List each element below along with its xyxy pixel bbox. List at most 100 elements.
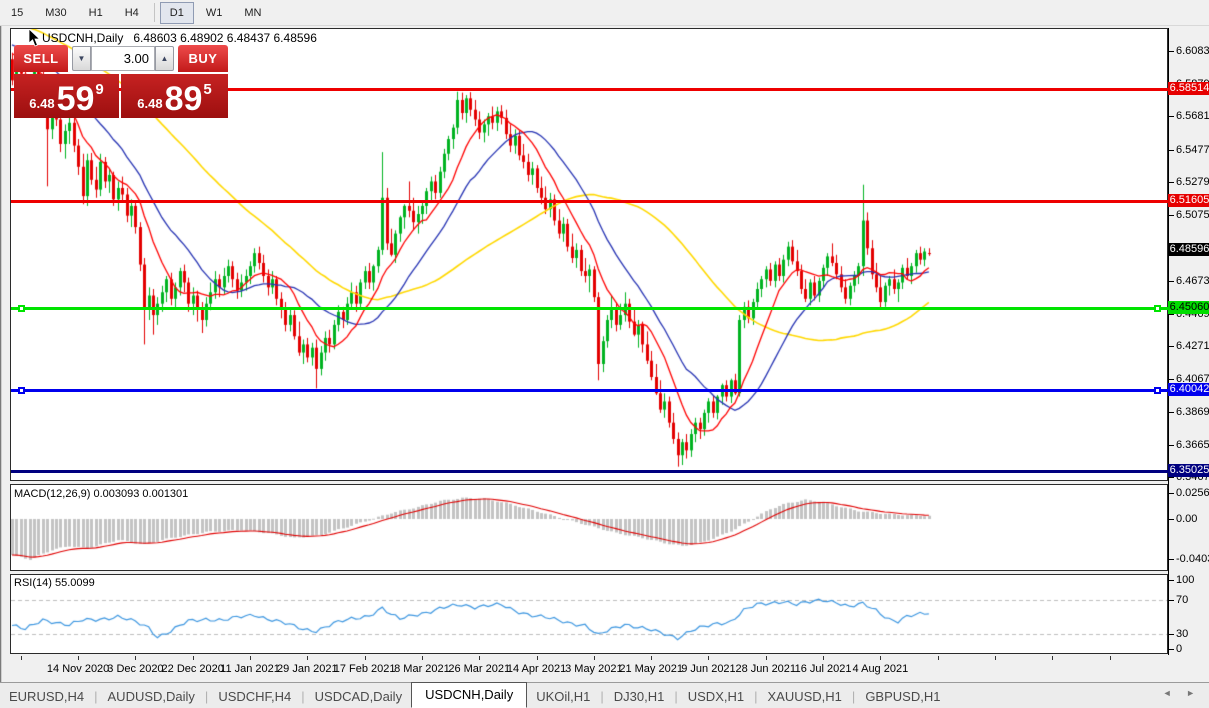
volume-decrease-button[interactable]: ▼	[72, 46, 91, 71]
tab-audusd[interactable]: AUDUSD,Daily	[99, 686, 204, 707]
mt4-application: 15 M30 H1 H4 D1 W1 MN USDCNH,Daily 6.48603 6.4…	[0, 0, 1209, 708]
mouse-cursor-icon	[28, 29, 41, 47]
volume-input[interactable]	[91, 46, 155, 71]
price-tick-label: 6.38690	[1176, 406, 1209, 418]
hline-6.40042[interactable]	[11, 389, 1168, 392]
rsi-tick	[1169, 634, 1174, 635]
date-label: 16 Jul 2021	[794, 663, 852, 675]
macd-tick-label: -0.040380	[1176, 553, 1209, 565]
timeframe-button-h1[interactable]: H1	[79, 2, 113, 24]
date-label: 28 Jun 2021	[735, 663, 797, 675]
date-tick	[135, 656, 137, 660]
tab-usdcnh[interactable]: USDCNH,Daily	[411, 681, 528, 708]
date-tick	[479, 656, 481, 660]
date-tick	[250, 656, 252, 660]
date-label: 8 Mar 2021	[394, 663, 450, 675]
price-tick-label: 6.54770	[1176, 144, 1209, 156]
buy-price-base: 6.48	[137, 96, 163, 111]
date-label: 9 Jun 2021	[681, 663, 736, 675]
price-badge-6.35025: 6.35025	[1168, 464, 1209, 477]
date-tick	[823, 656, 825, 660]
buy-price-button[interactable]: 6.48 89 5	[121, 74, 228, 118]
rsi-tick	[1169, 649, 1174, 650]
macd-tick	[1169, 559, 1174, 560]
chart-window: USDCNH,Daily 6.48603 6.48902 6.48437 6.4…	[0, 26, 1209, 708]
tab-usdcad[interactable]: USDCAD,Daily	[306, 686, 411, 707]
price-tick-label: 6.56810	[1176, 110, 1209, 122]
macd-label: MACD(12,26,9) 0.003093 0.001301	[14, 488, 189, 500]
chart-tab-bar: EURUSD,H4 | AUDUSD,Daily | USDCHF,H4 | USDCAD,…	[0, 681, 1209, 708]
macd-tick-label: 0.025609	[1176, 487, 1209, 499]
chart-title: USDCNH,Daily 6.48603 6.48902 6.48437 6.4…	[42, 31, 317, 45]
date-label: 26 Mar 2021	[448, 663, 511, 675]
date-tick	[1052, 656, 1054, 660]
date-tick	[1109, 656, 1111, 660]
hline-6.51605[interactable]	[11, 200, 1168, 203]
one-click-trading-panel: SELL ▼ ▲ BUY 6.48 59 9 6.48 89 5	[12, 45, 230, 119]
date-tick	[192, 656, 194, 660]
price-badge-6.45060: 6.45060	[1168, 301, 1209, 314]
tab-ukoil[interactable]: UKOil,H1	[527, 686, 599, 707]
tab-scroll-arrows[interactable]: ◄ ►	[1163, 688, 1201, 698]
buy-price-point: 5	[203, 81, 212, 98]
timeframe-button-d1[interactable]: D1	[159, 1, 194, 24]
price-tick-label: 6.60830	[1176, 45, 1209, 57]
price-badge-6.48596: 6.48596	[1168, 243, 1209, 256]
timeframe-toolbar: 15 M30 H1 H4 D1 W1 MN	[0, 0, 1209, 26]
price-tick-label: 6.52790	[1176, 176, 1209, 188]
chart-ohlc-values: 6.48603 6.48902 6.48437 6.48596	[133, 31, 317, 45]
tab-gbpusd[interactable]: GBPUSD,H1	[856, 686, 949, 707]
price-tick-label: 6.42710	[1176, 340, 1209, 352]
hline-handle[interactable]	[18, 387, 25, 394]
date-label: 14 Apr 2021	[506, 663, 567, 675]
date-tick	[20, 656, 22, 660]
date-tick	[307, 656, 309, 660]
price-tick	[1169, 379, 1174, 380]
tab-usdx[interactable]: USDX,H1	[679, 686, 753, 707]
hline-handle[interactable]	[1154, 387, 1161, 394]
price-tick	[1169, 150, 1174, 151]
hline-6.35025[interactable]	[11, 470, 1168, 473]
date-tick	[536, 656, 538, 660]
volume-increase-button[interactable]: ▲	[155, 46, 174, 71]
rsi-canvas[interactable]	[11, 575, 1167, 653]
date-label: 4 Aug 2021	[852, 663, 909, 675]
timeframe-button-m30[interactable]: M30	[35, 2, 76, 24]
price-badge-6.40042: 6.40042	[1168, 383, 1209, 396]
rsi-tick	[1169, 600, 1174, 601]
buy-price-pips: 89	[164, 80, 203, 118]
price-tick	[1169, 116, 1174, 117]
hline-handle[interactable]	[18, 305, 25, 312]
hline-6.4506[interactable]	[11, 307, 1168, 310]
date-tick	[937, 656, 939, 660]
timeframe-button-h4[interactable]: H4	[115, 2, 149, 24]
date-tick	[708, 656, 710, 660]
tab-dj30[interactable]: DJ30,H1	[605, 686, 674, 707]
buy-button[interactable]: BUY	[178, 45, 228, 72]
price-tick-label: 6.50750	[1176, 209, 1209, 221]
macd-tick	[1169, 493, 1174, 494]
hline-handle[interactable]	[1154, 305, 1161, 312]
price-axis-line	[1168, 28, 1169, 655]
tab-eurusd[interactable]: EURUSD,H4	[0, 686, 93, 707]
date-label: 14 Nov 2020	[46, 663, 110, 675]
timeframe-button-15[interactable]: 15	[1, 2, 33, 24]
date-tick	[880, 656, 882, 660]
sell-button[interactable]: SELL	[14, 45, 68, 72]
tab-xauusd[interactable]: XAUUSD,H1	[759, 686, 851, 707]
price-tick-label: 6.36650	[1176, 439, 1209, 451]
timeframe-button-mn[interactable]: MN	[234, 2, 271, 24]
tab-usdchf[interactable]: USDCHF,H4	[209, 686, 300, 707]
price-tick	[1169, 215, 1174, 216]
price-tick	[1169, 51, 1174, 52]
rsi-tick-label: 30	[1176, 628, 1189, 640]
price-tick	[1169, 346, 1174, 347]
rsi-pane[interactable]	[10, 574, 1168, 654]
date-label: 21 May 2021	[619, 663, 683, 675]
sell-price-base: 6.48	[29, 96, 55, 111]
timeframe-button-w1[interactable]: W1	[196, 2, 233, 24]
date-label: 11 Jan 2021	[220, 663, 280, 675]
sell-price-button[interactable]: 6.48 59 9	[14, 74, 119, 118]
price-badge-6.51605: 6.51605	[1168, 194, 1209, 207]
rsi-tick-label: 100	[1176, 574, 1195, 586]
